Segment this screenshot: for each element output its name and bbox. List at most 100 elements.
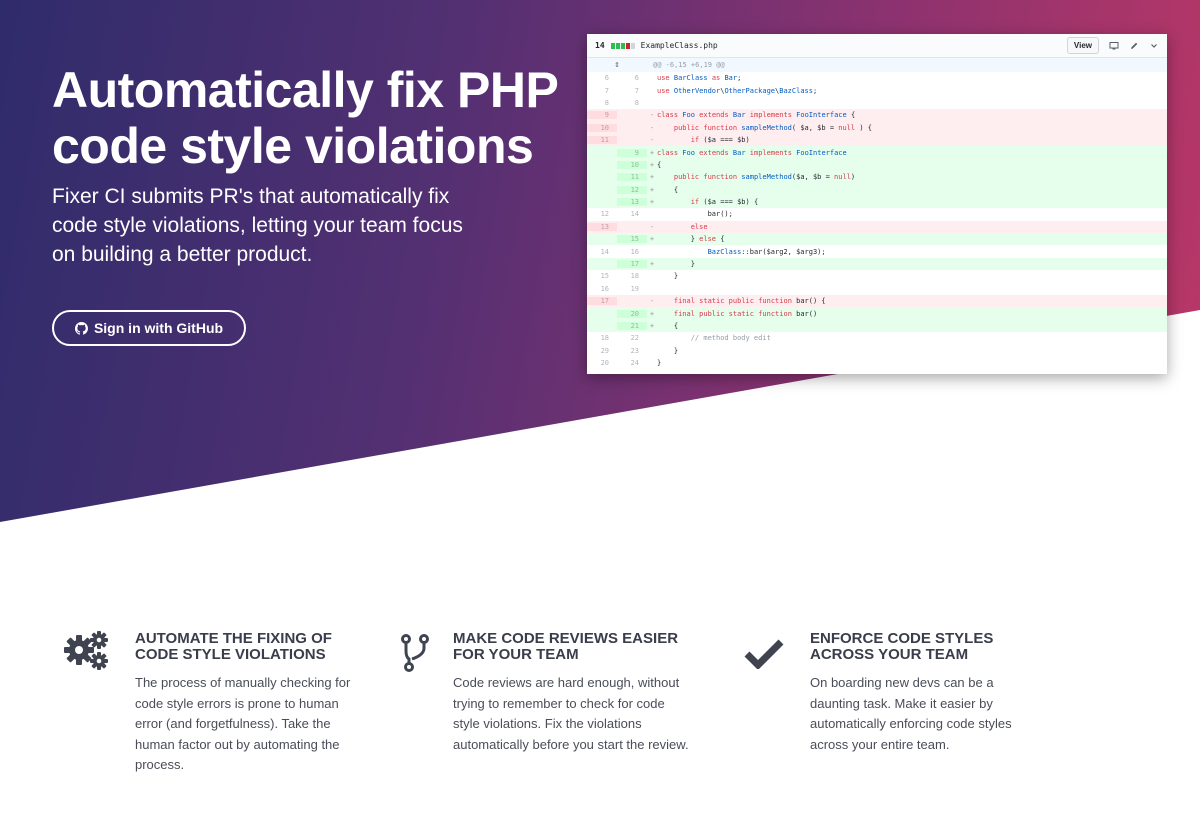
code-text: bar(); <box>657 210 733 219</box>
code-text: if ($a === $b) { <box>690 198 759 207</box>
old-line-number[interactable]: 8 <box>587 99 617 107</box>
diff-sign: + <box>649 160 655 169</box>
new-line-number[interactable]: 11 <box>617 173 647 182</box>
diff-line: 13 + if ($a === $b) { <box>587 195 1167 209</box>
diffstat-blocks <box>610 42 635 49</box>
code-text: BazClass::bar($arg2, $arg3); <box>707 247 826 256</box>
diff-panel: 14 ExampleClass.php View ⇕ @@ -6,15 +6,1… <box>587 34 1167 374</box>
new-line-number[interactable]: 12 <box>617 185 647 194</box>
new-line-number[interactable]: 10 <box>617 160 647 169</box>
github-icon <box>74 321 88 335</box>
diff-sign: + <box>649 198 655 207</box>
new-line-number[interactable]: 15 <box>617 235 647 244</box>
feature-title: AUTOMATE THE FIXING OF CODE STYLE VIOLAT… <box>135 630 332 663</box>
old-line-number[interactable]: 16 <box>587 285 617 293</box>
diff-sign: + <box>649 148 655 157</box>
branch-icon <box>400 633 430 678</box>
new-line-number[interactable]: 22 <box>617 334 647 342</box>
code-text: else <box>690 222 708 231</box>
code-text: if ($a === $b) <box>690 136 750 145</box>
diff-line: 88 <box>587 97 1167 109</box>
diff-sign: - <box>649 222 655 231</box>
old-line-number[interactable]: 12 <box>587 210 617 218</box>
new-line-number[interactable]: 13 <box>617 198 647 207</box>
diff-line: 17 - final static public function bar() { <box>587 295 1167 308</box>
diff-line: 17 + } <box>587 257 1167 271</box>
new-line-number[interactable]: 16 <box>617 248 647 256</box>
expand-icon[interactable]: ⇕ <box>587 60 647 70</box>
code-text: class Foo extends Bar implements FooInte… <box>657 111 856 120</box>
old-line-number[interactable]: 18 <box>587 334 617 342</box>
diff-sign: + <box>649 260 655 269</box>
new-line-number[interactable]: 9 <box>617 148 647 157</box>
feature-description: Code reviews are hard enough, without tr… <box>453 675 689 752</box>
old-line-number[interactable]: 20 <box>587 359 617 367</box>
code-text: use BarClass as Bar; <box>657 74 742 83</box>
code-text: public function sampleMethod( $a, $b = n… <box>673 123 872 132</box>
code-text: } <box>657 260 695 269</box>
hero-subhead: Fixer CI submits PR's that automatically… <box>52 185 463 266</box>
github-signin-button[interactable]: Sign in with GitHub <box>52 310 246 346</box>
code-text: // method body edit <box>657 334 771 343</box>
new-line-number[interactable]: 23 <box>617 347 647 355</box>
diff-line: 15 + } else { <box>587 233 1167 246</box>
diff-line: 9 + class Foo extends Bar implements FooIn… <box>587 146 1167 159</box>
diff-line: 7 7 use OtherVendor\OtherPackage\BazClass; <box>587 84 1167 96</box>
new-line-number[interactable]: 24 <box>617 359 647 367</box>
pencil-icon[interactable] <box>1129 41 1139 51</box>
code-text: public function sampleMethod($a, $b = nu… <box>673 173 856 182</box>
code-text: } else { <box>657 235 725 244</box>
checkmark-icon <box>744 639 784 674</box>
new-line-number[interactable]: 19 <box>617 285 647 293</box>
desktop-icon[interactable] <box>1109 41 1119 51</box>
diff-change-count: 14 <box>595 41 605 50</box>
old-line-number[interactable]: 15 <box>587 272 617 280</box>
github-signin-label: Sign in with GitHub <box>93 320 224 336</box>
diff-line: 15 18 } <box>587 270 1167 282</box>
new-line-number[interactable]: 20 <box>617 309 647 318</box>
old-line-number[interactable]: 11 <box>587 136 617 145</box>
diff-sign: + <box>649 322 655 330</box>
diff-line: 16 19 <box>587 283 1167 295</box>
old-line-number[interactable]: 14 <box>587 248 617 256</box>
new-line-number[interactable]: 18 <box>617 272 647 280</box>
feature-title: MAKE CODE REVIEWS EASIER FOR YOUR TEAM <box>453 630 679 663</box>
chevron-down-icon[interactable] <box>1149 41 1159 51</box>
old-line-number[interactable]: 17 <box>587 297 617 306</box>
code-text: } <box>657 272 679 281</box>
view-file-button[interactable]: View <box>1066 37 1099 54</box>
code-text: } <box>657 346 679 355</box>
diff-toolbar: View <box>1066 37 1159 54</box>
hero-headline: Automatically fix PHP code style violati… <box>52 62 558 174</box>
diff-line: 6 6 use BarClass as Bar; <box>587 72 1167 84</box>
gears-icon <box>62 629 112 678</box>
new-line-number[interactable]: 8 <box>617 99 647 107</box>
diff-line: 20 + final public static function bar() <box>587 307 1167 320</box>
diff-line: 13 - else <box>587 220 1167 234</box>
diff-line: 11 - if ($a === $b) <box>587 133 1167 147</box>
new-line-number[interactable]: 7 <box>617 87 647 95</box>
code-text: { <box>657 185 679 194</box>
diff-filename[interactable]: ExampleClass.php <box>641 41 718 50</box>
old-line-number[interactable]: 7 <box>587 87 617 95</box>
diff-sign: - <box>649 123 655 132</box>
code-text: use OtherVendor\OtherPackage\BazClass; <box>657 86 818 95</box>
diff-sign: - <box>649 297 655 306</box>
diff-hunk-header: ⇕ @@ -6,15 +6,19 @@ <box>587 58 1167 72</box>
old-line-number[interactable]: 13 <box>587 222 617 231</box>
new-line-number[interactable]: 14 <box>617 210 647 218</box>
old-line-number[interactable]: 9 <box>587 111 617 120</box>
diff-line: 29 23 } <box>587 345 1167 357</box>
old-line-number[interactable]: 10 <box>587 123 617 132</box>
old-line-number[interactable]: 6 <box>587 74 617 82</box>
new-line-number[interactable]: 6 <box>617 74 647 82</box>
code-text: class Foo extends Bar implements FooInte… <box>657 148 847 157</box>
diff-line: 18 22 // method body edit <box>587 332 1167 344</box>
diff-sign: + <box>649 173 655 182</box>
new-line-number[interactable]: 17 <box>617 260 647 269</box>
diff-header: 14 ExampleClass.php View <box>587 34 1167 58</box>
new-line-number[interactable]: 21 <box>617 322 647 330</box>
code-text: final public static function bar() <box>673 309 818 318</box>
old-line-number[interactable]: 29 <box>587 347 617 355</box>
diff-line: 12 + { <box>587 183 1167 196</box>
